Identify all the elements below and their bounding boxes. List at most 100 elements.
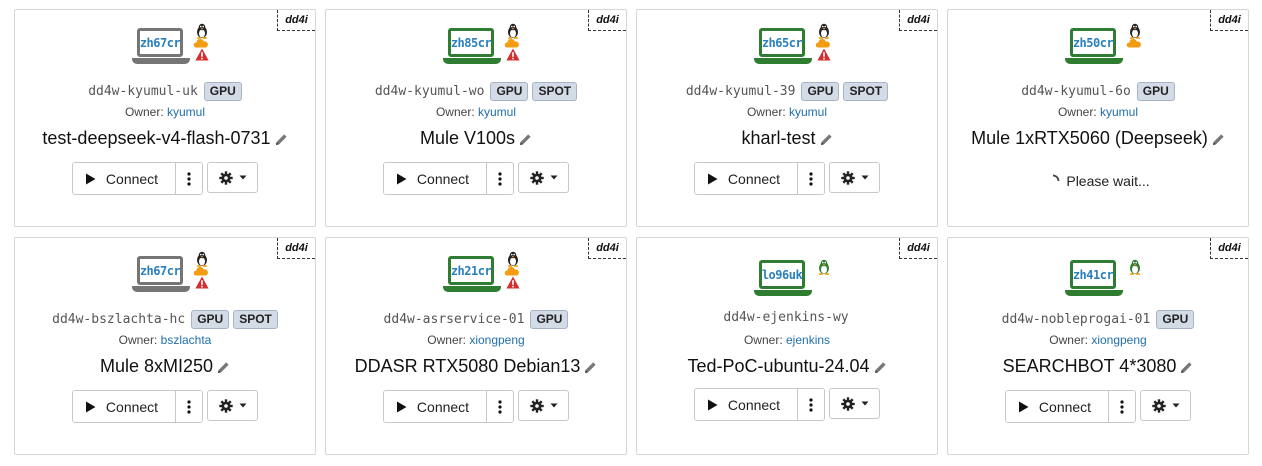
edit-pencil-icon[interactable] <box>275 133 288 146</box>
more-options-icon <box>187 399 191 414</box>
workstation-card: dd4i lo96uk dd4w-ejenkins-wy Owner: ejen… <box>636 237 938 455</box>
edit-pencil-icon[interactable] <box>584 361 597 374</box>
os-status-icons <box>504 251 522 289</box>
connect-button[interactable]: Connect <box>383 163 488 194</box>
owner-line: Owner: bszlachta <box>15 333 315 347</box>
host-line: dd4w-asrservice-01 GPU <box>326 310 626 329</box>
connect-button[interactable]: Connect <box>383 391 488 422</box>
card-actions: Connect <box>15 162 315 195</box>
laptop-icon: zh85cr <box>443 28 501 72</box>
caret-down-icon <box>550 403 558 408</box>
owner-link[interactable]: xiongpeng <box>469 333 524 347</box>
workstation-card: dd4i zh50cr dd4w-kyumul-6o GPU Owner: kyu… <box>947 9 1249 227</box>
more-options-button[interactable] <box>798 389 825 420</box>
owner-line: Owner: kyumul <box>326 105 626 119</box>
gear-icon <box>1151 398 1166 413</box>
play-icon <box>396 173 407 184</box>
host-line: dd4w-bszlachta-hc GPU SPOT <box>15 310 315 329</box>
workstation-title-line: Mule V100s <box>326 128 626 149</box>
host-line: dd4w-kyumul-uk GPU <box>15 82 315 101</box>
owner-link[interactable]: kyumul <box>167 105 205 119</box>
settings-dropdown-button[interactable] <box>207 162 259 193</box>
host-line: dd4w-kyumul-39 GPU SPOT <box>637 82 937 101</box>
workstation-title: Mule 1xRTX5060 (Deepseek) <box>971 128 1208 148</box>
hostname: dd4w-asrservice-01 <box>383 312 525 327</box>
caret-down-icon <box>1172 403 1180 408</box>
connect-button[interactable]: Connect <box>1005 391 1110 422</box>
owner-link[interactable]: kyumul <box>1100 105 1138 119</box>
settings-dropdown-button[interactable] <box>207 390 259 421</box>
region-tag: dd4i <box>277 10 315 31</box>
settings-dropdown-button[interactable] <box>1140 390 1192 421</box>
owner-link[interactable]: kyumul <box>789 105 827 119</box>
connect-label: Connect <box>416 398 470 415</box>
badge-spot: SPOT <box>532 82 578 101</box>
edit-pencil-icon[interactable] <box>874 361 887 374</box>
more-options-icon <box>1120 399 1124 414</box>
connect-button[interactable]: Connect <box>72 391 177 422</box>
connect-button[interactable]: Connect <box>694 389 799 420</box>
more-options-icon <box>809 171 813 186</box>
owner-line: Owner: xiongpeng <box>948 333 1248 347</box>
owner-label: Owner: <box>1057 105 1097 119</box>
os-status-icons <box>815 259 833 275</box>
laptop-icon: zh67cr <box>132 256 190 300</box>
settings-dropdown-button[interactable] <box>829 388 881 419</box>
connect-button[interactable]: Connect <box>694 163 799 194</box>
edit-pencil-icon[interactable] <box>217 361 230 374</box>
caret-down-icon <box>239 175 247 180</box>
settings-dropdown-button[interactable] <box>518 390 570 421</box>
owner-link[interactable]: xiongpeng <box>1091 333 1146 347</box>
connect-button-group: Connect <box>71 162 204 195</box>
owner-link[interactable]: kyumul <box>478 105 516 119</box>
more-options-button[interactable] <box>176 391 203 422</box>
region-tag: dd4i <box>1210 10 1248 31</box>
connect-button-group: Connect <box>693 162 826 195</box>
connect-label: Connect <box>416 170 470 187</box>
more-options-button[interactable] <box>798 163 825 194</box>
spinner-icon <box>1053 174 1060 182</box>
card-actions: Connect <box>326 162 626 195</box>
settings-dropdown-button[interactable] <box>518 162 570 193</box>
region-tag: dd4i <box>899 10 937 31</box>
edit-pencil-icon[interactable] <box>820 133 833 146</box>
caret-down-icon <box>861 175 869 180</box>
more-options-button[interactable] <box>487 391 514 422</box>
please-wait-indicator: Please wait... <box>948 173 1248 189</box>
owner-link[interactable]: ejenkins <box>786 333 830 347</box>
settings-dropdown-button[interactable] <box>829 162 881 193</box>
gear-icon <box>840 170 855 185</box>
edit-pencil-icon[interactable] <box>1212 133 1225 146</box>
warning-icon <box>195 48 209 61</box>
workstation-card: dd4i zh21cr dd4w-asrservice-01 GPU Owner:… <box>325 237 627 455</box>
session-code: zh67cr <box>139 263 181 278</box>
gear-icon <box>529 170 544 185</box>
more-options-button[interactable] <box>1109 391 1136 422</box>
more-options-button[interactable] <box>487 163 514 194</box>
region-tag: dd4i <box>588 10 626 31</box>
more-options-icon <box>498 171 502 186</box>
laptop-icon: zh65cr <box>754 28 812 72</box>
connect-button-group: Connect <box>693 388 826 421</box>
workstation-title: kharl-test <box>741 128 816 148</box>
please-wait-text: Please wait... <box>1066 173 1150 189</box>
connect-button[interactable]: Connect <box>72 163 177 194</box>
owner-line: Owner: kyumul <box>637 105 937 119</box>
region-tag: dd4i <box>277 238 315 259</box>
workstation-title-line: Mule 8xMI250 <box>15 356 315 377</box>
warning-icon <box>195 276 209 289</box>
laptop-icon: zh50cr <box>1065 28 1123 72</box>
connect-label: Connect <box>727 396 781 413</box>
warning-icon <box>817 48 831 61</box>
more-options-button[interactable] <box>176 163 203 194</box>
region-tag: dd4i <box>899 238 937 259</box>
hostname: dd4w-bszlachta-hc <box>52 312 186 327</box>
edit-pencil-icon[interactable] <box>519 133 532 146</box>
hostname: dd4w-kyumul-39 <box>685 84 796 99</box>
laptop-icon: zh41cr <box>1065 260 1123 304</box>
warning-icon <box>506 276 520 289</box>
edit-pencil-icon[interactable] <box>1180 361 1193 374</box>
workstation-title-line: Ted-PoC-ubuntu-24.04 <box>637 356 937 377</box>
owner-link[interactable]: bszlachta <box>161 333 212 347</box>
session-code: zh67cr <box>139 35 181 50</box>
